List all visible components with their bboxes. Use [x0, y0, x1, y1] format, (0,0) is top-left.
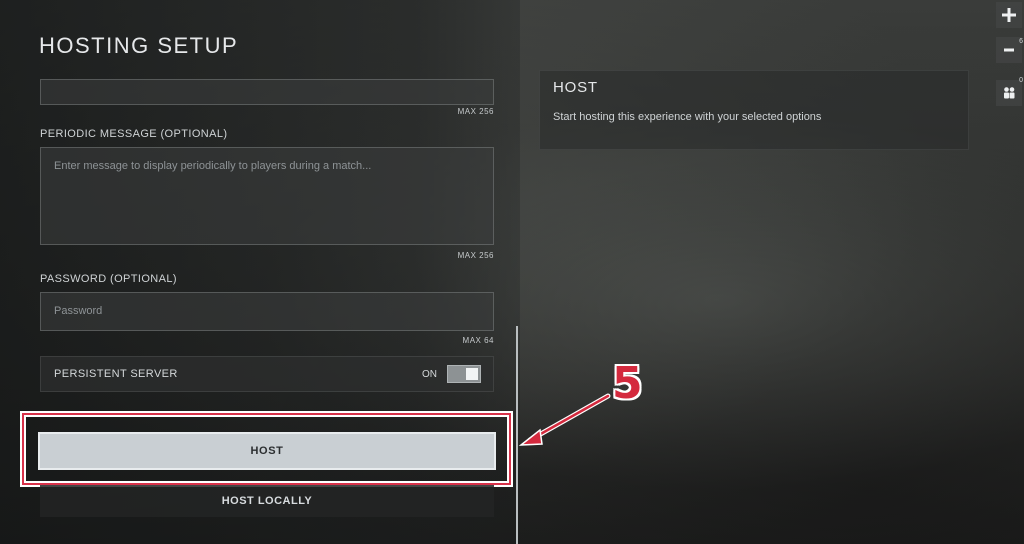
password-max-label: MAX 64 — [462, 336, 494, 345]
players-icon[interactable] — [996, 80, 1022, 106]
host-button[interactable]: HOST — [38, 432, 496, 470]
host-locally-button[interactable]: HOST LOCALLY — [40, 485, 494, 517]
info-panel-title: HOST — [553, 79, 598, 96]
page-title: HOSTING SETUP — [39, 33, 239, 58]
persistent-server-row[interactable]: PERSISTENT SERVER ON — [40, 356, 494, 392]
persistent-server-state: ON — [422, 369, 437, 380]
password-label: PASSWORD (OPTIONAL) — [40, 273, 177, 285]
persistent-server-label: PERSISTENT SERVER — [54, 368, 178, 380]
toggle-knob — [466, 368, 478, 380]
periodic-message-input[interactable]: Enter message to display periodically to… — [40, 147, 494, 245]
annotation-step-number: 5 — [612, 358, 643, 409]
experience-description-field[interactable] — [40, 79, 494, 105]
periodic-message-label: PERIODIC MESSAGE (OPTIONAL) — [40, 128, 228, 140]
players-count: 0 — [1019, 77, 1023, 84]
side-rail: 6 0 — [994, 0, 1024, 110]
description-max-label: MAX 256 — [457, 107, 494, 116]
plus-icon[interactable] — [996, 2, 1022, 28]
info-panel-description: Start hosting this experience with your … — [553, 111, 822, 123]
persistent-server-toggle[interactable] — [447, 365, 481, 383]
password-input[interactable]: Password — [40, 292, 494, 331]
info-panel: HOST Start hosting this experience with … — [539, 70, 969, 150]
minus-count: 6 — [1019, 38, 1023, 45]
periodic-message-max-label: MAX 256 — [457, 251, 494, 260]
annotation-arrow-icon — [518, 393, 611, 446]
minus-icon[interactable] — [996, 37, 1022, 63]
